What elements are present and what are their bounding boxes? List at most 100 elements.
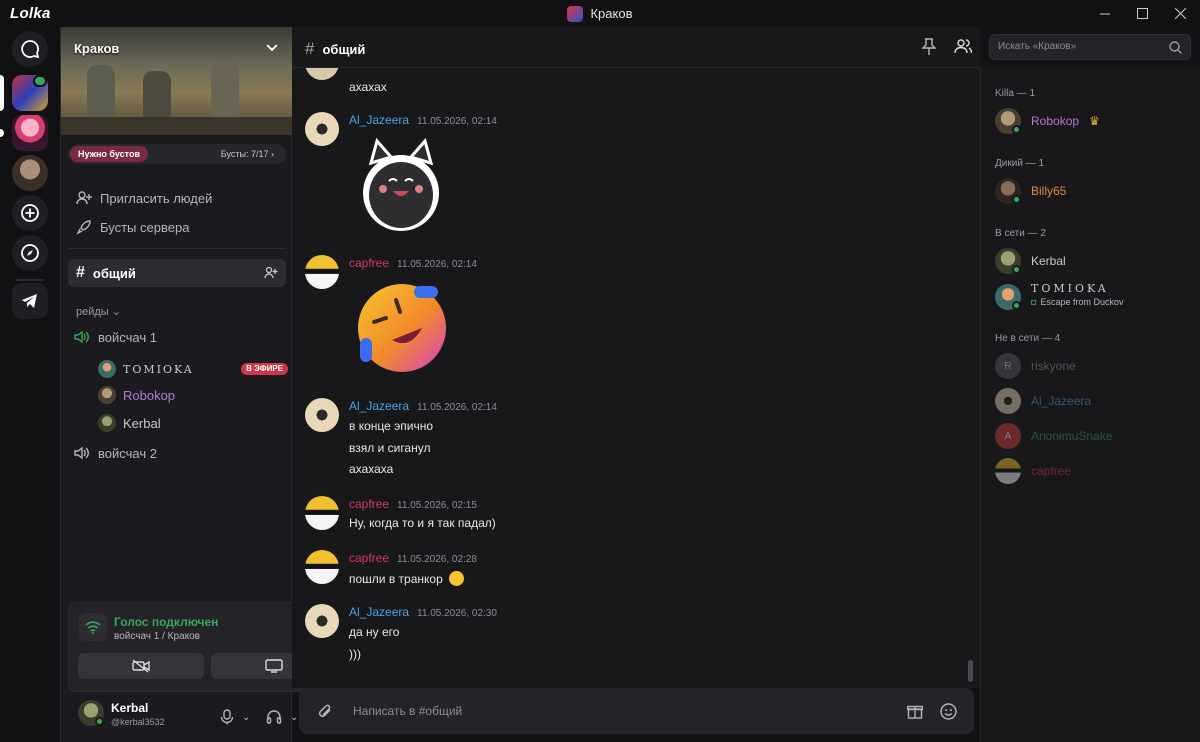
rocket-icon [76,220,91,235]
avatar[interactable] [305,112,339,146]
message-input[interactable]: Написать в #общий [353,704,462,718]
author-name[interactable]: capfree [349,551,389,565]
pin-icon [921,38,937,55]
message-text: в конце эпично [349,419,434,433]
avatar[interactable] [305,496,339,530]
message-text: Ну, когда то и я так падал) [349,516,496,530]
live-badge: В ЭФИРЕ [241,363,288,375]
avatar[interactable] [305,604,339,638]
avatar: A [995,423,1021,449]
author-name[interactable]: capfree [349,497,389,511]
headphones-icon [266,710,282,724]
message-header: Al_Jazeera 11.05.2026, 02:14 [349,113,497,127]
hash-icon: # [305,39,315,58]
camera-off-icon [132,659,150,673]
username: Kerbal [111,701,149,715]
add-user-icon [76,191,92,205]
deafen-button[interactable]: ⌄ [266,709,298,725]
mute-button[interactable]: ⌄ [220,709,250,725]
avatar[interactable] [305,255,339,289]
hash-icon: # [76,264,85,281]
avatar [995,388,1021,414]
camera-toggle-button[interactable] [78,653,204,679]
microphone-icon [220,709,234,725]
avatar [995,284,1021,310]
voice-channel-1[interactable]: войсчач 1 [74,326,157,348]
maximize-button[interactable] [1122,0,1162,27]
message-composer[interactable]: Написать в #общий [299,688,974,734]
boost-count: Бусты: 7/17 › [220,149,274,159]
cat-sticker-icon [363,137,439,231]
member-list-button[interactable] [954,38,973,57]
telegram-button[interactable] [12,283,48,319]
message-text: ))) [349,647,361,661]
explore-button[interactable] [12,235,48,271]
member-kerbal[interactable]: Kerbal [995,248,1066,274]
gift-icon[interactable] [907,703,923,719]
speaker-icon [74,446,89,460]
avatar[interactable] [305,550,339,584]
author-name[interactable]: Al_Jazeera [349,113,409,127]
server-boosts-button[interactable]: Бусты сервера [68,213,286,241]
scrollbar[interactable] [968,660,973,682]
server-avatar[interactable] [12,155,48,191]
add-server-button[interactable] [12,195,48,231]
search-icon [1169,41,1182,54]
category-raids[interactable]: рейды ⌄ [76,305,121,318]
maximize-icon [1136,8,1148,19]
channel-name: общий [92,265,136,281]
message-list[interactable]: ахахах Al_Jazeera 11.05.2026, 02:14 capfr… [292,68,980,688]
unread-indicator [0,129,4,137]
avatar [98,414,116,432]
voice-location[interactable]: войсчач 1 / Краков [114,631,200,642]
member-al-jazeera[interactable]: Al_Jazeera [995,388,1091,414]
channel-general[interactable]: # общий [68,259,286,287]
voice-user-tomioka[interactable]: TOMIOKA В ЭФИРЕ [98,358,288,380]
avatar [98,360,116,378]
server-icecream[interactable] [12,115,48,151]
chevron-down-icon[interactable] [266,39,278,55]
member-tomioka[interactable]: TOMIOKA ◘ Escape from Duckov [995,282,1123,312]
boost-progress[interactable]: Нужно бустов Бусты: 7/17 › [68,144,286,164]
close-button[interactable] [1160,0,1200,27]
channel-sidebar: Краков Нужно бустов Бусты: 7/17 › Пригла… [60,27,346,742]
voice-channel-2[interactable]: войсчач 2 [74,442,157,464]
member-group-header: Не в сети — 4 [995,333,1061,344]
search-input[interactable]: Искать «Краков» [989,34,1191,60]
attach-icon[interactable] [317,703,333,719]
invite-people-button[interactable]: Пригласить людей [68,184,286,212]
author-name[interactable]: Al_Jazeera [349,399,409,413]
voice-user-kerbal[interactable]: Kerbal [98,412,288,434]
laughing-emoji-icon [358,284,446,372]
emoji-icon[interactable] [940,703,957,720]
member-billy65[interactable]: Billy65 [995,178,1066,204]
rail-divider [16,279,44,281]
pinned-messages-button[interactable] [921,38,937,59]
member-anonimusnake[interactable]: A AnonimuSnake [995,423,1112,449]
laughing-emoji-sticker [352,280,454,372]
member-group-header: Дикий — 1 [995,158,1045,169]
minimize-button[interactable] [1085,0,1125,27]
server-icon [567,5,584,22]
author-name[interactable]: capfree [349,256,389,270]
message-time: 11.05.2026, 02:15 [397,500,477,511]
avatar[interactable] [305,398,339,432]
member-riskyone[interactable]: R riskyone [995,353,1076,379]
message-time: 11.05.2026, 02:14 [417,116,497,127]
voice-user-robokop[interactable]: Robokop [98,384,288,406]
member-capfree[interactable]: capfree [995,458,1071,484]
boosts-label: Бусты сервера [100,219,190,235]
compass-icon [21,244,39,262]
server-banner[interactable]: Краков [61,27,292,135]
invite-to-channel-icon[interactable] [264,266,278,280]
server-name: Краков [74,41,120,56]
author-name[interactable]: Al_Jazeera [349,605,409,619]
voice-channel-name: войсчач 2 [98,445,157,461]
close-icon [1174,8,1186,19]
crown-icon: ♛ [1089,114,1100,128]
chat-header: # общий [292,27,980,68]
member-robokop[interactable]: Robokop ♛ [995,108,1100,134]
direct-messages-button[interactable] [12,31,48,67]
online-status-icon [95,717,104,726]
signal-icon [79,613,107,641]
